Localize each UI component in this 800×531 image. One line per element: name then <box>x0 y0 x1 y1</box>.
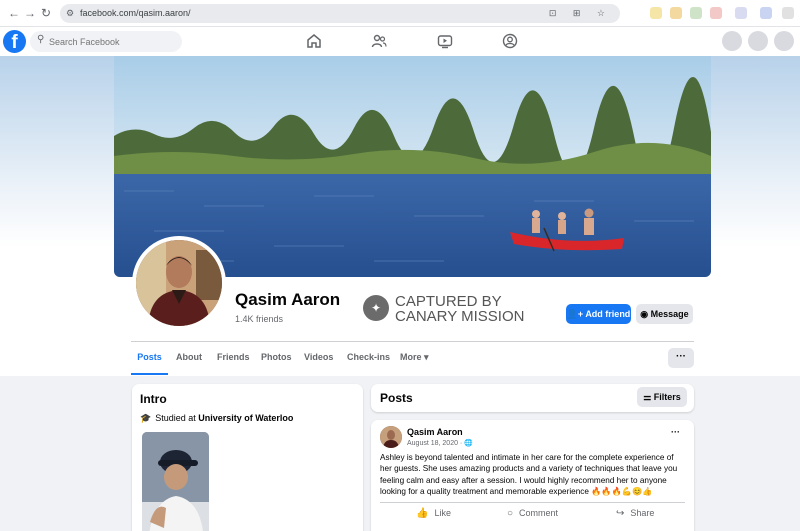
post-author-avatar[interactable] <box>380 426 402 448</box>
share-label: Share <box>630 508 655 518</box>
filters-icon: ⚌ <box>643 392 654 402</box>
extension-icon[interactable] <box>690 7 702 19</box>
friends-count[interactable]: 1.4K friends <box>235 314 283 324</box>
post-emoji: 🔥🔥🔥💪😊👍 <box>591 487 653 497</box>
tab-photos[interactable]: Photos <box>261 342 292 375</box>
extension-icon[interactable] <box>650 7 662 19</box>
messenger-icon[interactable] <box>748 31 768 51</box>
filters-button[interactable]: ⚌ Filters <box>637 387 687 407</box>
share-icon: ↪ <box>616 508 625 519</box>
extension-icon[interactable] <box>735 7 747 19</box>
search-icon: ⚲ <box>37 34 45 45</box>
add-friend-button[interactable]: 👤+ Add friend <box>566 304 631 324</box>
post-options-button[interactable]: ··· <box>671 427 680 437</box>
message-label: Message <box>650 309 689 319</box>
tab-posts[interactable]: Posts <box>131 342 168 375</box>
message-button[interactable]: ◉ Message <box>636 304 693 324</box>
watch-icon[interactable] <box>437 33 453 49</box>
share-button[interactable]: ↪ Share <box>616 508 654 519</box>
messenger-icon: ◉ <box>640 309 651 319</box>
profile-icon[interactable] <box>502 33 518 49</box>
search-input[interactable] <box>49 34 174 49</box>
comment-button[interactable]: ○ Comment <box>507 508 558 519</box>
tab-check-ins[interactable]: Check-ins <box>347 342 390 375</box>
post-date-text: August 18, 2020 · <box>407 440 465 447</box>
post-date[interactable]: August 18, 2020 · 🌐 <box>407 439 473 447</box>
tab-videos[interactable]: Videos <box>304 342 333 375</box>
tab-about[interactable]: About <box>176 342 202 375</box>
search-box[interactable]: ⚲ <box>30 31 182 52</box>
graduation-cap-icon: 🎓 <box>140 413 152 423</box>
facebook-header: f ⚲ <box>0 27 800 56</box>
like-button[interactable]: 👍 Like <box>416 508 451 519</box>
browser-toolbar: ← → ↻ ⚙ facebook.com/qasim.aaron/ ⊡ ⊞ ☆ <box>0 0 800 27</box>
comment-icon: ○ <box>507 508 514 519</box>
post-author-name[interactable]: Qasim Aaron <box>407 427 463 437</box>
education-item: 🎓 Studied at University of Waterloo <box>140 413 293 424</box>
public-globe-icon: 🌐 <box>464 440 473 447</box>
friends-icon[interactable] <box>371 33 387 49</box>
menu-icon[interactable] <box>722 31 742 51</box>
profile-more-button[interactable]: ··· <box>668 348 694 368</box>
like-label: Like <box>434 508 451 518</box>
intro-card: Intro 🎓 Studied at University of Waterloo <box>132 384 363 531</box>
extension-icon[interactable] <box>670 7 682 19</box>
school-link[interactable]: University of Waterloo <box>198 413 293 423</box>
stamp-line-2: CANARY MISSION <box>395 308 525 325</box>
url-text: facebook.com/qasim.aaron/ <box>80 8 191 18</box>
intro-featured-photo[interactable] <box>142 432 209 531</box>
post-actions-divider <box>380 502 685 503</box>
post-card: Qasim Aaron August 18, 2020 · 🌐 ··· Ashl… <box>371 420 694 531</box>
canary-seal-icon: ✦ <box>363 295 389 321</box>
post-text: Ashley is beyond talented and intimate i… <box>380 452 685 498</box>
studied-prefix: Studied at <box>155 413 199 423</box>
filters-label: Filters <box>653 392 681 402</box>
home-icon[interactable] <box>306 33 322 49</box>
forward-icon[interactable]: → <box>22 5 38 21</box>
canary-mission-stamp: ✦ CAPTURED BY CANARY MISSION <box>363 293 543 327</box>
url-bar-icons[interactable]: ⊡ ⊞ ☆ <box>549 4 612 23</box>
extension-icon[interactable] <box>760 7 772 19</box>
facebook-logo[interactable]: f <box>3 30 26 53</box>
profile-name: Qasim Aaron <box>235 290 341 309</box>
notifications-icon[interactable] <box>774 31 794 51</box>
back-icon[interactable]: ← <box>6 5 22 21</box>
profile-avatar[interactable] <box>132 236 226 330</box>
add-friend-icon: 👤+ <box>566 309 586 319</box>
address-bar[interactable]: ⚙ facebook.com/qasim.aaron/ ⊡ ⊞ ☆ <box>60 4 620 23</box>
reload-icon[interactable]: ↻ <box>38 5 54 21</box>
extension-icon[interactable] <box>710 7 722 19</box>
posts-title: Posts <box>380 391 413 405</box>
intro-title: Intro <box>140 392 167 406</box>
tab-friends[interactable]: Friends <box>217 342 250 375</box>
site-info-icon[interactable]: ⚙ <box>66 4 74 23</box>
like-icon: 👍 <box>416 508 429 519</box>
posts-header-card: Posts ⚌ Filters <box>371 384 694 412</box>
add-friend-label: Add friend <box>585 309 631 319</box>
tab-more[interactable]: More ▾ <box>400 342 429 375</box>
extension-icon[interactable] <box>782 7 794 19</box>
comment-label: Comment <box>519 508 559 518</box>
